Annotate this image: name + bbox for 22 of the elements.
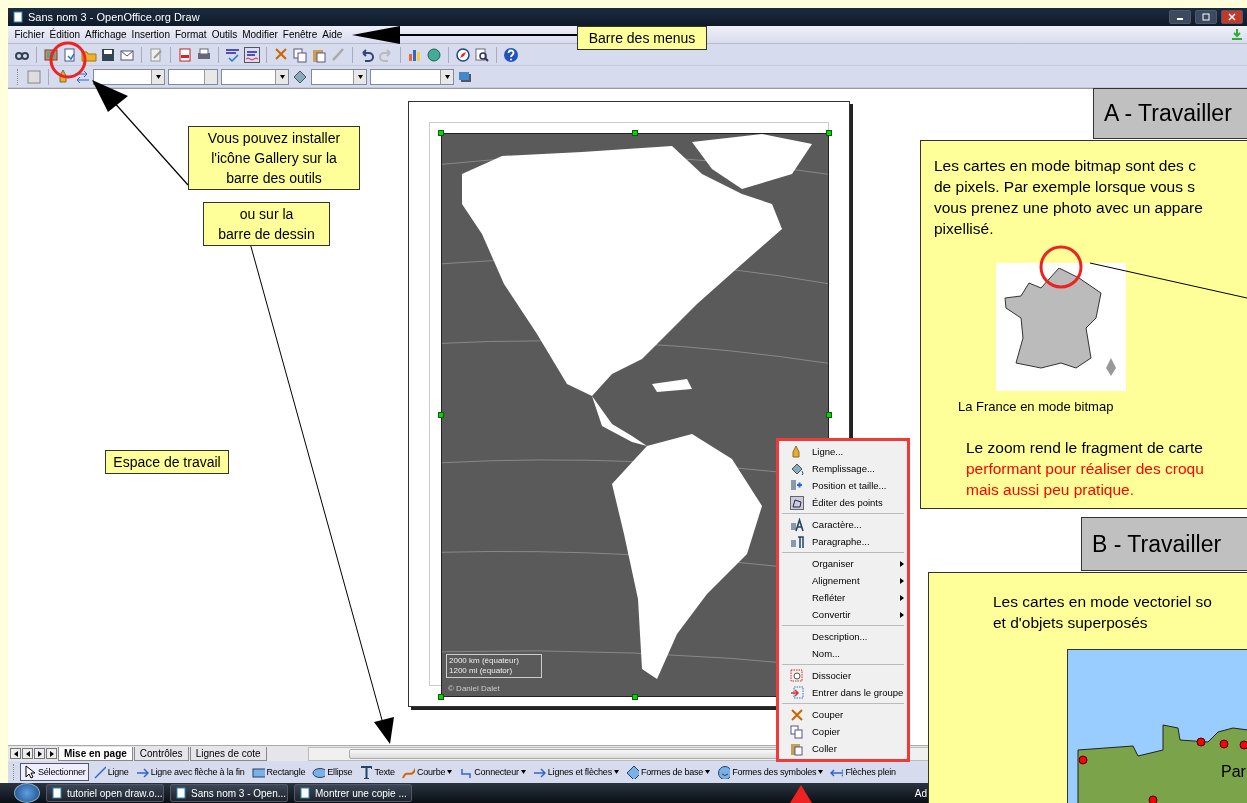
panel-text: de pixels. Par exemple lorsque vous s bbox=[934, 177, 1197, 197]
map-credit: © Daniel Dalet bbox=[448, 684, 500, 693]
window-title: Sans nom 3 - OpenOffice.org Draw bbox=[28, 11, 201, 23]
annotation-label: ou sur la barre de dessin bbox=[203, 202, 330, 246]
panel-text: vous prenez une photo avec un appare bbox=[934, 198, 1203, 218]
section-heading: B - Travailler bbox=[1081, 517, 1247, 571]
annotation-label: Vous pouvez installer l'icône Gallery sur la barre des outils bbox=[188, 126, 360, 190]
map-label: Par bbox=[1221, 763, 1246, 781]
panel-text: Les cartes en mode vectoriel so bbox=[993, 592, 1212, 612]
panel-text: Le zoom rend le fragment de carte bbox=[966, 438, 1204, 458]
panel-text: et d'objets superposés bbox=[993, 613, 1149, 633]
annotation-label: Barre des menus bbox=[577, 26, 707, 50]
scale-label: 1200 mi (equator) bbox=[449, 666, 514, 676]
image-caption: La France en mode bitmap bbox=[958, 399, 1114, 414]
tray-text: Ad bbox=[914, 787, 927, 799]
section-heading: A - Travailler bbox=[1093, 88, 1247, 139]
panel-text: performant pour réaliser des croqu bbox=[966, 459, 1204, 479]
panel-text: pixellisé. bbox=[934, 219, 995, 239]
annotation-label: Espace de travail bbox=[105, 450, 229, 474]
panel-text: Les cartes en mode bitmap sont des c bbox=[934, 156, 1197, 176]
panel-text: mais aussi peu pratique. bbox=[966, 480, 1135, 500]
scale-label: 2000 km (équateur) bbox=[449, 656, 520, 666]
